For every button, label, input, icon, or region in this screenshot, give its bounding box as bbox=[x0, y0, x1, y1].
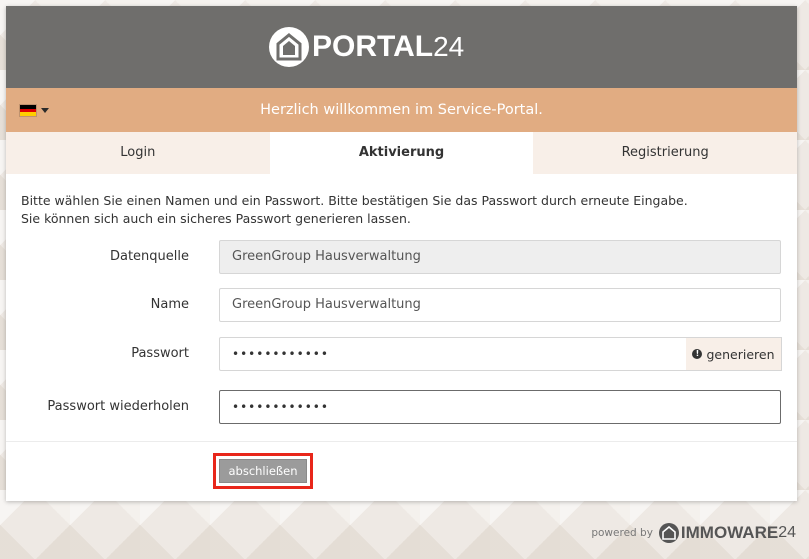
passwort-input[interactable]: •••••••••••• bbox=[219, 337, 687, 371]
passwort-wiederholen-label: Passwort wiederholen bbox=[47, 399, 189, 414]
exclamation-circle-icon: ! bbox=[692, 349, 703, 359]
immoware-number: 24 bbox=[778, 524, 796, 541]
passwort-wiederholen-value: •••••••••••• bbox=[232, 400, 329, 414]
passwort-label: Passwort bbox=[131, 346, 189, 361]
header: PORTAL 24 bbox=[6, 6, 797, 88]
powered-by-text: powered by bbox=[591, 527, 653, 539]
generate-label: generieren bbox=[706, 346, 775, 362]
generate-password-button[interactable]: ! generieren bbox=[686, 337, 782, 371]
immoware-text: IMMOWARE bbox=[680, 523, 779, 542]
tab-login[interactable]: Login bbox=[6, 132, 270, 174]
welcome-message: Herzlich willkommen im Service-Portal. bbox=[260, 102, 543, 118]
name-label: Name bbox=[150, 297, 189, 312]
immoware-house-icon bbox=[658, 523, 679, 543]
tab-registrierung[interactable]: Registrierung bbox=[533, 132, 798, 174]
logo-text: PORTAL bbox=[312, 30, 434, 63]
passwort-wiederholen-input[interactable]: •••••••••••• bbox=[219, 390, 781, 424]
name-input[interactable]: GreenGroup Hausverwaltung bbox=[219, 288, 781, 322]
intro-text: Bitte wählen Sie einen Namen und ein Pas… bbox=[21, 192, 781, 228]
tab-bar: Login Aktivierung Registrierung bbox=[6, 132, 798, 174]
passwort-wiederholen-row: Passwort wiederholen •••••••••••• bbox=[6, 390, 797, 424]
tab-aktivierung[interactable]: Aktivierung bbox=[269, 132, 534, 174]
logo-number: 24 bbox=[433, 31, 465, 62]
intro-line-1: Bitte wählen Sie einen Namen und ein Pas… bbox=[21, 193, 688, 208]
submit-highlight: abschließen bbox=[213, 453, 313, 489]
welcome-bar: Herzlich willkommen im Service-Portal. bbox=[6, 88, 797, 132]
passwort-row: Passwort •••••••••••• ! generieren bbox=[6, 337, 797, 371]
service-portal-card: PORTAL 24 Herzlich willkommen im Service… bbox=[6, 6, 798, 501]
datenquelle-field: GreenGroup Hausverwaltung bbox=[219, 240, 781, 274]
form-divider bbox=[6, 441, 797, 442]
abschliessen-button[interactable]: abschließen bbox=[219, 459, 307, 483]
powered-by: powered by IMMOWARE 24 bbox=[591, 523, 796, 543]
datenquelle-label: Datenquelle bbox=[109, 249, 189, 264]
house-logo-icon bbox=[269, 27, 309, 67]
portal24-logo: PORTAL 24 bbox=[269, 24, 464, 70]
datenquelle-row: Datenquelle GreenGroup Hausverwaltung bbox=[6, 240, 797, 274]
name-row: Name GreenGroup Hausverwaltung bbox=[6, 288, 797, 322]
caret-down-icon bbox=[41, 108, 49, 113]
passwort-value: •••••••••••• bbox=[232, 347, 329, 361]
german-flag-icon bbox=[19, 104, 37, 117]
language-selector[interactable] bbox=[19, 104, 49, 117]
intro-line-2: Sie können sich auch ein sicheres Passwo… bbox=[21, 211, 411, 226]
